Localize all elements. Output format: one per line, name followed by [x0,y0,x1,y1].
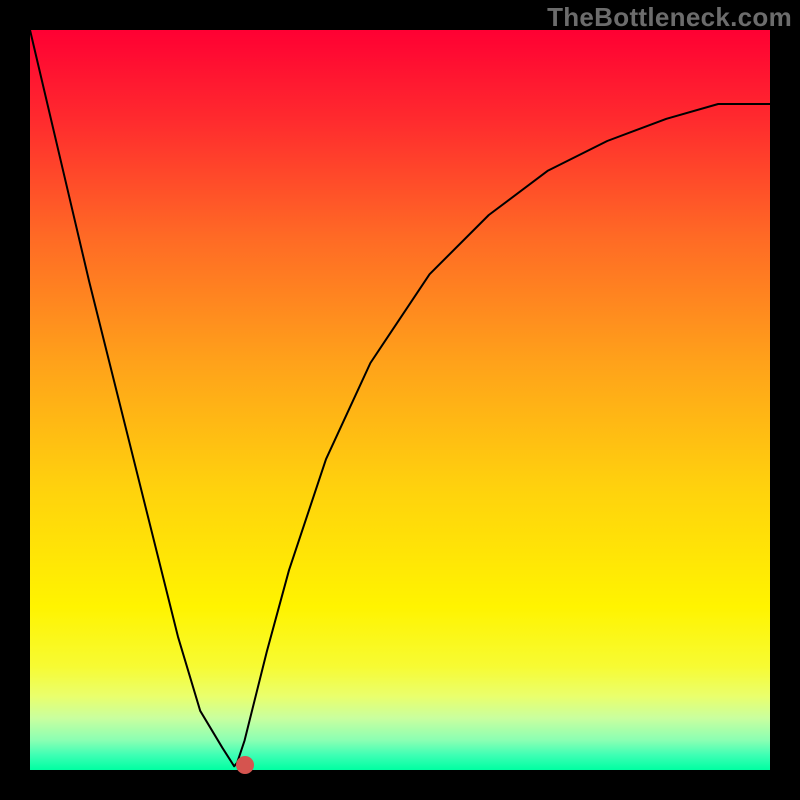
gradient-background [0,0,800,800]
chart-stage: TheBottleneck.com [0,0,800,800]
plot-area [30,30,770,770]
watermark-text: TheBottleneck.com [547,2,792,33]
